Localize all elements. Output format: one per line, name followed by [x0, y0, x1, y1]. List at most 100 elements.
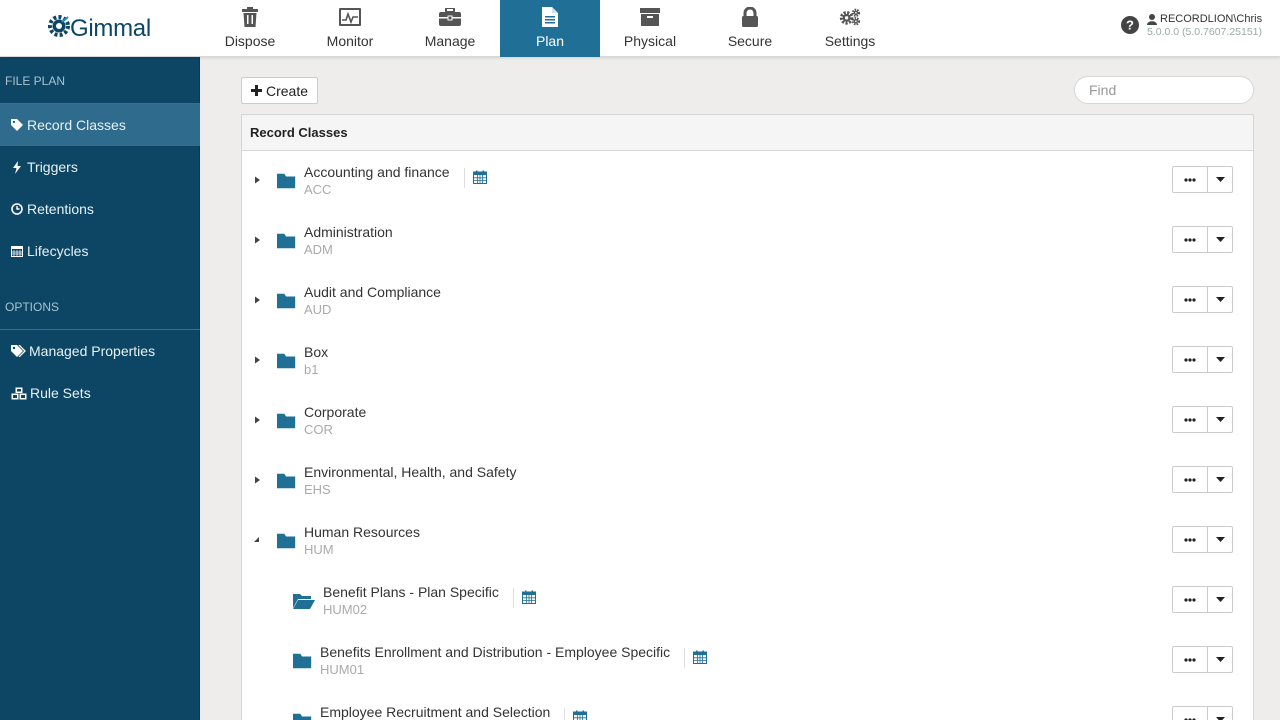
record-class-row[interactable]: Human Resources HUM: [242, 512, 1253, 572]
nav-secure[interactable]: Secure: [700, 0, 800, 57]
ellipsis-icon: [1184, 297, 1196, 302]
record-class-row[interactable]: Benefits Enrollment and Distribution - E…: [242, 632, 1253, 692]
record-class-name[interactable]: Corporate: [304, 404, 366, 420]
record-class-code: HUM01: [320, 662, 365, 677]
more-button[interactable]: [1173, 467, 1208, 492]
caret-right-icon[interactable]: [252, 415, 262, 425]
clock-icon: [10, 202, 24, 216]
caret-right-icon[interactable]: [252, 355, 262, 365]
record-class-name[interactable]: Accounting and finance: [304, 164, 450, 180]
record-class-name[interactable]: Benefit Plans - Plan Specific: [323, 584, 499, 600]
record-class-name[interactable]: Environmental, Health, and Safety: [304, 464, 516, 480]
bolt-icon: [10, 160, 24, 174]
row-actions: [1172, 526, 1233, 553]
more-button[interactable]: [1173, 707, 1208, 720]
dropdown-button[interactable]: [1208, 527, 1232, 552]
sidebar-item-label: Lifecycles: [27, 243, 89, 259]
user-menu[interactable]: RECORDLION\Chris 5.0.0.0 (5.0.7607.25151…: [1147, 13, 1262, 38]
dropdown-button[interactable]: [1208, 167, 1232, 192]
more-button[interactable]: [1173, 227, 1208, 252]
main-nav: Dispose Monitor Manage Plan Physical Sec…: [200, 0, 900, 57]
more-button[interactable]: [1173, 287, 1208, 312]
more-button[interactable]: [1173, 347, 1208, 372]
nav-plan[interactable]: Plan: [500, 0, 600, 57]
record-class-row[interactable]: Accounting and finance ACC: [242, 152, 1253, 212]
sidebar-item-record-classes[interactable]: Record Classes: [0, 104, 200, 146]
record-class-code: COR: [304, 422, 333, 437]
logo[interactable]: Gimmal: [46, 10, 151, 48]
calendar-icon[interactable]: [693, 650, 708, 664]
caret-down-icon: [1215, 297, 1225, 302]
nav-physical[interactable]: Physical: [600, 0, 700, 57]
record-class-name[interactable]: Employee Recruitment and Selection: [320, 704, 550, 720]
panel-title: Record Classes: [242, 115, 1253, 151]
user-name: RECORDLION\Chris: [1160, 13, 1263, 25]
caret-right-icon[interactable]: [252, 475, 262, 485]
caret-right-icon[interactable]: [252, 175, 262, 185]
more-button[interactable]: [1173, 167, 1208, 192]
ellipsis-icon: [1184, 597, 1196, 602]
calendar-icon[interactable]: [573, 710, 588, 720]
nav-settings[interactable]: Settings: [800, 0, 900, 57]
dropdown-button[interactable]: [1208, 647, 1232, 672]
nav-manage[interactable]: Manage: [400, 0, 500, 57]
more-button[interactable]: [1173, 407, 1208, 432]
record-class-row[interactable]: Administration ADM: [242, 212, 1253, 272]
record-class-row[interactable]: Audit and Compliance AUD: [242, 272, 1253, 332]
record-class-name[interactable]: Human Resources: [304, 524, 420, 540]
more-button[interactable]: [1173, 527, 1208, 552]
record-class-code: ADM: [304, 242, 333, 257]
archive-box-icon: [639, 6, 661, 28]
caret-right-icon[interactable]: [252, 295, 262, 305]
dropdown-button[interactable]: [1208, 347, 1232, 372]
sidebar-item-managed-properties[interactable]: Managed Properties: [0, 330, 200, 372]
caret-right-icon[interactable]: [252, 235, 262, 245]
caret-down-icon: [1215, 477, 1225, 482]
dropdown-button[interactable]: [1208, 227, 1232, 252]
svg-text:?: ?: [1126, 18, 1134, 33]
gears-icon: [839, 6, 861, 28]
dropdown-button[interactable]: [1208, 587, 1232, 612]
nav-label: Dispose: [224, 33, 276, 49]
more-button[interactable]: [1173, 587, 1208, 612]
record-class-row[interactable]: Corporate COR: [242, 392, 1253, 452]
find-input[interactable]: [1074, 76, 1254, 104]
sidebar-item-lifecycles[interactable]: Lifecycles: [0, 230, 200, 272]
record-class-row[interactable]: Employee Recruitment and Selection: [242, 692, 1253, 720]
ellipsis-icon: [1184, 477, 1196, 482]
caret-down-icon: [1215, 537, 1225, 542]
caret-down-icon[interactable]: [252, 535, 262, 545]
dropdown-button[interactable]: [1208, 467, 1232, 492]
separator: [564, 708, 566, 720]
dropdown-button[interactable]: [1208, 707, 1232, 720]
row-actions: [1172, 406, 1233, 433]
calendar-icon[interactable]: [472, 170, 487, 184]
ellipsis-icon: [1184, 417, 1196, 422]
sidebar-item-triggers[interactable]: Triggers: [0, 146, 200, 188]
create-button[interactable]: Create: [241, 77, 318, 104]
nav-monitor[interactable]: Monitor: [300, 0, 400, 57]
help-icon[interactable]: ?: [1121, 16, 1139, 34]
record-class-name[interactable]: Box: [304, 344, 328, 360]
sidebar-item-label: Rule Sets: [30, 385, 91, 401]
record-class-name[interactable]: Administration: [304, 224, 393, 240]
record-class-code: ACC: [304, 182, 332, 197]
calendar-icon[interactable]: [521, 590, 536, 604]
record-class-name[interactable]: Audit and Compliance: [304, 284, 441, 300]
sidebar-item-label: Record Classes: [27, 117, 126, 133]
sidebar-item-retentions[interactable]: Retentions: [0, 188, 200, 230]
dropdown-button[interactable]: [1208, 407, 1232, 432]
caret-down-icon: [1215, 177, 1225, 182]
nav-dispose[interactable]: Dispose: [200, 0, 300, 57]
ellipsis-icon: [1184, 237, 1196, 242]
dropdown-button[interactable]: [1208, 287, 1232, 312]
record-class-row[interactable]: Environmental, Health, and Safety EHS: [242, 452, 1253, 512]
record-class-name[interactable]: Benefits Enrollment and Distribution - E…: [320, 644, 670, 660]
row-actions: [1172, 166, 1233, 193]
record-class-row[interactable]: Benefit Plans - Plan Specific HUM02: [242, 572, 1253, 632]
record-class-row[interactable]: Box b1: [242, 332, 1253, 392]
more-button[interactable]: [1173, 647, 1208, 672]
sidebar-item-rule-sets[interactable]: Rule Sets: [0, 372, 200, 414]
folder-icon: [277, 533, 296, 549]
record-class-code: HUM: [304, 542, 334, 557]
